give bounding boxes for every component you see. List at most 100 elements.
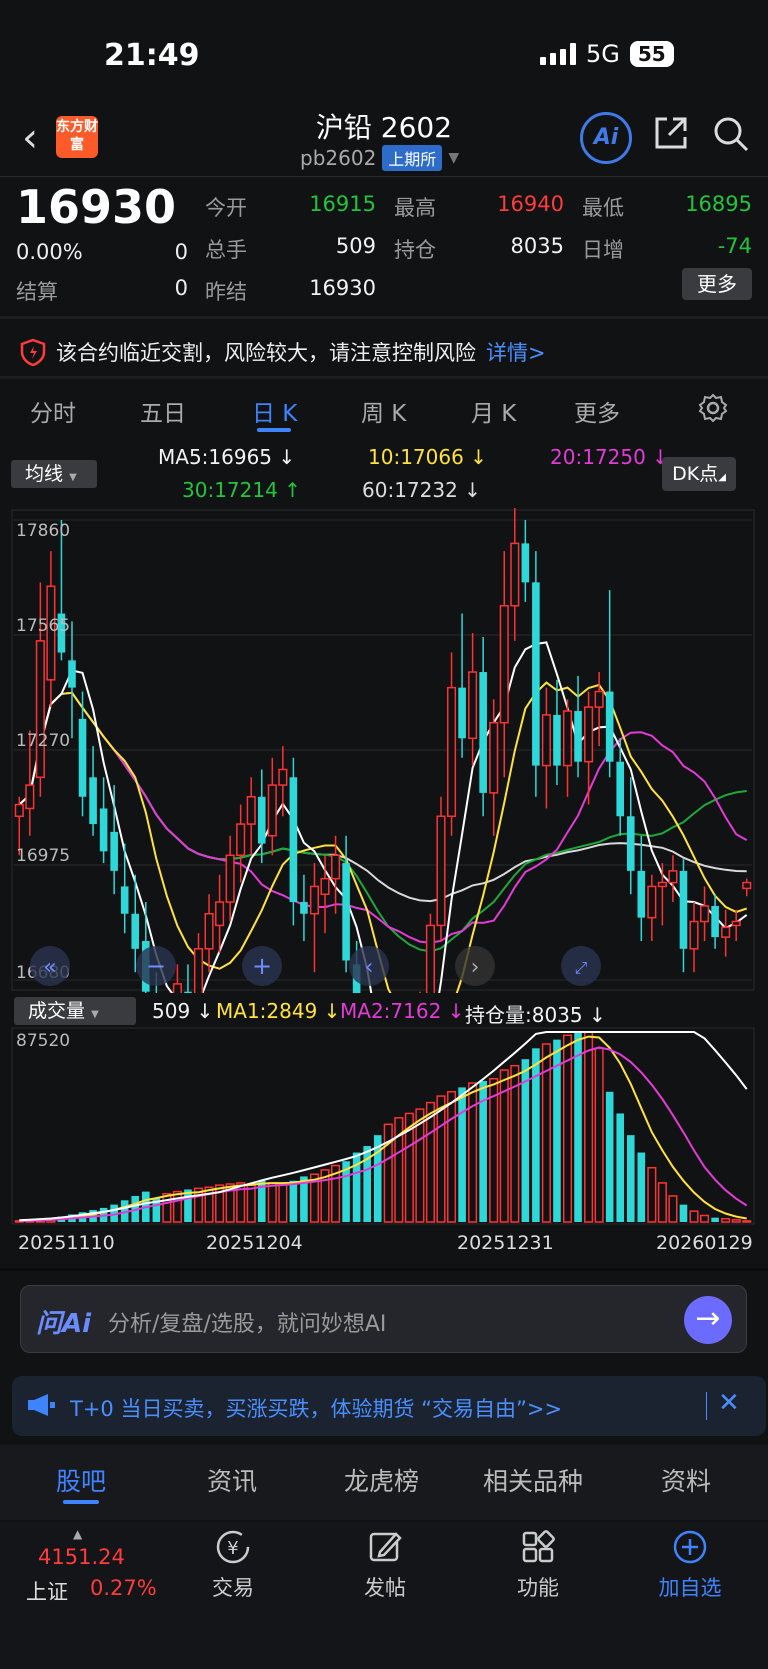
zoom-out-icon[interactable]: − bbox=[136, 946, 176, 986]
volume-bar bbox=[657, 1182, 667, 1223]
volume-bar bbox=[605, 1091, 614, 1222]
subtab-profile[interactable]: 资料 bbox=[661, 1462, 711, 1498]
next-bar-icon[interactable]: › bbox=[455, 946, 495, 986]
volume-bar bbox=[446, 1090, 457, 1223]
open-label: 今开 bbox=[205, 196, 247, 220]
low-label: 最低 bbox=[582, 196, 624, 220]
promo-close-icon[interactable]: ✕ bbox=[718, 1388, 740, 1418]
candle bbox=[562, 699, 573, 797]
settings-gear-icon[interactable] bbox=[698, 393, 728, 423]
candle bbox=[225, 835, 235, 922]
candle bbox=[700, 886, 710, 942]
nav-functions[interactable]: 功能 bbox=[493, 1528, 583, 1602]
tab-monthly-k[interactable]: 月 K bbox=[471, 394, 516, 428]
volume-bar bbox=[289, 1180, 298, 1222]
candle bbox=[278, 746, 288, 817]
fullscreen-icon[interactable]: ⤢ bbox=[561, 946, 601, 986]
active-tab-indicator bbox=[257, 428, 291, 432]
index-change[interactable]: 0.27% bbox=[90, 1576, 157, 1600]
ai-ask-logo: 问Ai bbox=[36, 1309, 92, 1339]
candle bbox=[110, 785, 118, 895]
tab-intraday[interactable]: 分时 bbox=[30, 394, 76, 428]
volume-chart[interactable]: 87520 bbox=[0, 1026, 768, 1226]
candle bbox=[499, 551, 509, 778]
volume-bar bbox=[510, 1064, 520, 1223]
settle-value: 0 bbox=[174, 276, 188, 300]
subtab-news[interactable]: 资讯 bbox=[207, 1462, 257, 1498]
candle bbox=[668, 855, 678, 903]
candle bbox=[68, 621, 76, 739]
high-label: 最高 bbox=[394, 196, 436, 220]
volume-bar bbox=[246, 1184, 256, 1223]
promo-separator bbox=[706, 1392, 707, 1420]
volume-bar bbox=[626, 1135, 635, 1222]
tab-five-day[interactable]: 五日 bbox=[140, 394, 186, 428]
nav-post[interactable]: 发帖 bbox=[340, 1528, 430, 1602]
tab-daily-k[interactable]: 日 K bbox=[252, 394, 297, 428]
candle bbox=[541, 687, 551, 809]
network-type: 5G bbox=[586, 40, 620, 68]
candle bbox=[510, 508, 520, 641]
candle bbox=[711, 894, 719, 949]
svg-text:«: « bbox=[43, 955, 56, 980]
oi-value: 8035 bbox=[510, 234, 564, 258]
candle bbox=[99, 777, 108, 864]
kline-chart[interactable]: 1786017565172701697516680 « − + ‹ › ⤢ bbox=[0, 508, 768, 993]
volume-selector[interactable]: 成交量 ▼ bbox=[14, 997, 136, 1025]
nav-add-watchlist[interactable]: 加自选 bbox=[645, 1528, 735, 1602]
risk-detail-link[interactable]: 详情> bbox=[486, 337, 546, 367]
volume-bar bbox=[489, 1077, 499, 1223]
subtab-related[interactable]: 相关品种 bbox=[483, 1462, 583, 1498]
zoom-in-icon[interactable]: + bbox=[242, 946, 282, 986]
ma5-label: MA5:16965 ↓ bbox=[158, 445, 296, 469]
svg-text:+: + bbox=[252, 952, 272, 980]
candle bbox=[215, 874, 225, 953]
date-label-2: 20251204 bbox=[206, 1232, 303, 1254]
megaphone-icon bbox=[28, 1394, 55, 1416]
prev-bar-icon[interactable]: ‹ bbox=[349, 946, 389, 986]
candle bbox=[436, 796, 446, 942]
risk-text: 该合约临近交割，风险较大，请注意控制风险 bbox=[56, 341, 476, 365]
volume-bar bbox=[731, 1219, 741, 1223]
index-value[interactable]: 4151.24 bbox=[38, 1545, 125, 1569]
subtab-dragon-tiger[interactable]: 龙虎榜 bbox=[344, 1462, 419, 1498]
nav-trade-label: 交易 bbox=[212, 1576, 254, 1600]
tab-weekly-k[interactable]: 周 K bbox=[361, 394, 406, 428]
ma-selector[interactable]: 均线 ▼ bbox=[11, 460, 97, 488]
nav-trade[interactable]: ¥ 交易 bbox=[188, 1528, 278, 1602]
volume-bar bbox=[742, 1220, 752, 1223]
candle bbox=[267, 757, 277, 856]
nav-add-watchlist-label: 加自选 bbox=[658, 1576, 722, 1600]
volume-bar bbox=[425, 1101, 435, 1223]
volume-bar bbox=[278, 1183, 288, 1223]
volume-bar bbox=[700, 1214, 710, 1223]
ai-button[interactable]: Ai bbox=[580, 112, 632, 164]
ai-send-button[interactable]: → bbox=[684, 1296, 732, 1344]
subtab-guba[interactable]: 股吧 bbox=[56, 1462, 106, 1498]
scroll-left-icon[interactable]: « bbox=[30, 946, 70, 986]
dk-point-button[interactable]: DK点◢ bbox=[662, 457, 736, 491]
volume-bar bbox=[458, 1087, 466, 1222]
share-icon[interactable] bbox=[653, 115, 689, 151]
kline-y-tick: 17270 bbox=[16, 731, 70, 751]
risk-banner[interactable]: 该合约临近交割，风险较大，请注意控制风险 详情> bbox=[20, 337, 546, 367]
candle bbox=[204, 894, 214, 973]
candle bbox=[446, 652, 457, 836]
search-icon[interactable] bbox=[712, 115, 750, 153]
change-pct: 0.00% bbox=[16, 240, 83, 264]
candle bbox=[193, 933, 204, 993]
nav-functions-label: 功能 bbox=[517, 1576, 559, 1600]
volume-bar bbox=[184, 1189, 192, 1222]
promo-text[interactable]: T+0 当日买卖，买涨买跌，体验期货 “交易自由”>> bbox=[70, 1393, 562, 1423]
volume-bar bbox=[679, 1204, 688, 1222]
svg-text:−: − bbox=[146, 952, 166, 980]
quote-more-button[interactable]: 更多 bbox=[682, 268, 752, 300]
candle bbox=[553, 679, 561, 786]
tab-more[interactable]: 更多 bbox=[574, 394, 620, 428]
index-name[interactable]: 上证 bbox=[26, 1576, 68, 1606]
candle bbox=[309, 863, 320, 973]
candle bbox=[532, 551, 540, 797]
contract-subtitle[interactable]: pb2602 上期所 ▼ bbox=[300, 145, 459, 171]
ai-ask-input[interactable]: 分析/复盘/选股，就问妙想AI bbox=[108, 1306, 386, 1338]
volume-bar bbox=[637, 1152, 646, 1222]
